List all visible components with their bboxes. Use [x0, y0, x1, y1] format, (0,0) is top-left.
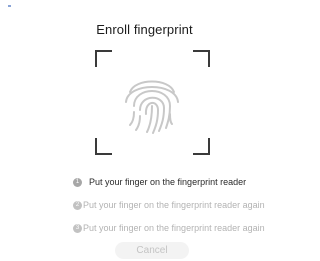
fingerprint-icon — [125, 80, 179, 134]
enroll-step-3: 3 Put your finger on the fingerprint rea… — [0, 221, 289, 235]
step-number-badge: 2 — [73, 200, 82, 210]
enroll-step-1: 1 Put your finger on the fingerprint rea… — [0, 175, 289, 189]
frame-corner-bottom-right — [193, 138, 210, 155]
step-number-badge: 1 — [73, 177, 82, 187]
cancel-button[interactable]: Cancel — [115, 242, 189, 259]
step-text: Put your finger on the fingerprint reade… — [83, 200, 265, 210]
frame-corner-top-right — [193, 50, 210, 67]
scan-frame — [95, 50, 210, 155]
page-title: Enroll fingerprint — [96, 22, 193, 37]
frame-corner-bottom-left — [95, 138, 112, 155]
frame-corner-top-left — [95, 50, 112, 67]
step-number-badge: 3 — [73, 223, 82, 233]
step-text: Put your finger on the fingerprint reade… — [83, 223, 265, 233]
step-text: Put your finger on the fingerprint reade… — [89, 177, 247, 187]
enroll-step-2: 2 Put your finger on the fingerprint rea… — [0, 198, 289, 212]
window-edge-marker — [8, 5, 11, 7]
